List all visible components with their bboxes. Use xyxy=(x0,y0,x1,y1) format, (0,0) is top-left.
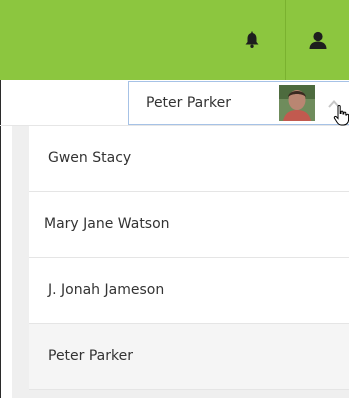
list-item[interactable]: Peter Parker xyxy=(29,324,349,390)
notifications-button[interactable] xyxy=(220,0,284,80)
list-item[interactable]: Mary Jane Watson xyxy=(29,192,349,258)
current-user-name: Peter Parker xyxy=(146,95,231,111)
hand-cursor-icon xyxy=(333,105,349,126)
user-icon xyxy=(309,31,327,49)
top-navigation-bar xyxy=(0,0,349,80)
list-item[interactable]: Gwen Stacy xyxy=(29,126,349,192)
avatar xyxy=(279,85,315,121)
list-item[interactable]: J. Jonah Jameson xyxy=(29,258,349,324)
account-list: Gwen Stacy Mary Jane Watson J. Jonah Jam… xyxy=(29,126,349,390)
user-menu-button[interactable] xyxy=(285,0,349,80)
left-edge-rule xyxy=(0,80,1,398)
account-dropdown: Gwen Stacy Mary Jane Watson J. Jonah Jam… xyxy=(12,126,349,398)
bell-icon xyxy=(245,31,259,48)
account-selector[interactable]: Peter Parker xyxy=(128,81,349,125)
